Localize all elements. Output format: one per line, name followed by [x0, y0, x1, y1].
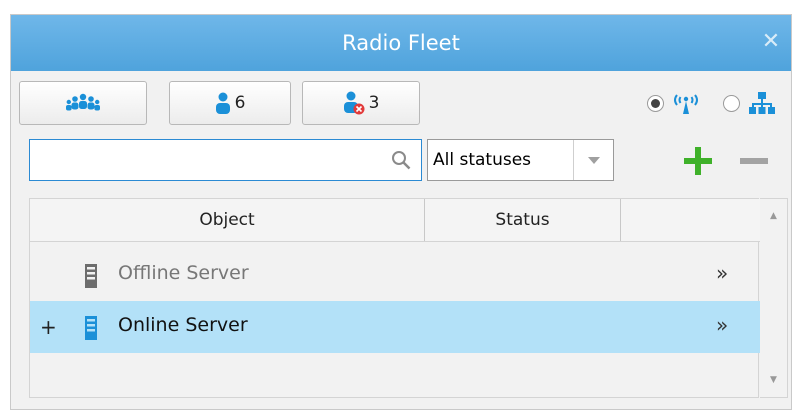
online-users-button[interactable]: 6 — [169, 81, 291, 125]
table-row[interactable]: Offline Server » — [30, 249, 760, 301]
view-radio-hierarchy[interactable] — [723, 95, 740, 112]
table-scrollbar[interactable]: ▲ ▼ — [760, 198, 788, 398]
search-input[interactable] — [36, 140, 380, 180]
close-button[interactable]: ✕ — [757, 28, 785, 56]
server-online-icon — [85, 316, 97, 340]
table-header: Object Status — [30, 199, 760, 242]
remove-icon[interactable] — [738, 156, 770, 166]
window-title: Radio Fleet — [342, 31, 460, 55]
user-offline-icon — [343, 91, 365, 115]
add-icon[interactable] — [682, 145, 714, 177]
online-users-count: 6 — [234, 93, 246, 113]
status-filter-select[interactable]: All statuses — [427, 139, 614, 181]
row-expander[interactable]: + — [40, 315, 57, 339]
row-object-name: Offline Server — [118, 262, 249, 284]
title-bar: Radio Fleet ✕ — [11, 15, 791, 71]
groups-button[interactable] — [19, 81, 147, 125]
chevron-down-icon[interactable] — [574, 156, 613, 165]
radio-tower-icon — [674, 94, 698, 114]
radio-fleet-window: Radio Fleet ✕ 6 3 All statuses Object St… — [10, 14, 792, 410]
scroll-up-icon[interactable]: ▲ — [760, 211, 787, 221]
scroll-down-icon[interactable]: ▼ — [760, 375, 787, 385]
column-header-object[interactable]: Object — [30, 199, 425, 241]
row-object-name: Online Server — [118, 314, 248, 336]
row-details-icon[interactable]: » — [716, 261, 728, 285]
server-offline-icon — [85, 264, 97, 288]
group-icon — [66, 93, 100, 111]
status-filter-value: All statuses — [428, 140, 574, 180]
search-icon — [392, 151, 411, 170]
row-details-icon[interactable]: » — [716, 313, 728, 337]
column-header-extra[interactable] — [621, 199, 760, 241]
search-box — [29, 139, 422, 181]
fleet-table: Object Status Offline Server » + Online … — [29, 198, 760, 398]
user-icon — [215, 92, 230, 114]
offline-users-count: 3 — [368, 93, 380, 113]
offline-users-button[interactable]: 3 — [302, 81, 420, 125]
hierarchy-icon — [749, 92, 775, 114]
column-header-status[interactable]: Status — [425, 199, 621, 241]
view-radio-tower[interactable] — [647, 95, 664, 112]
table-row-selected[interactable]: + Online Server » — [30, 301, 760, 353]
